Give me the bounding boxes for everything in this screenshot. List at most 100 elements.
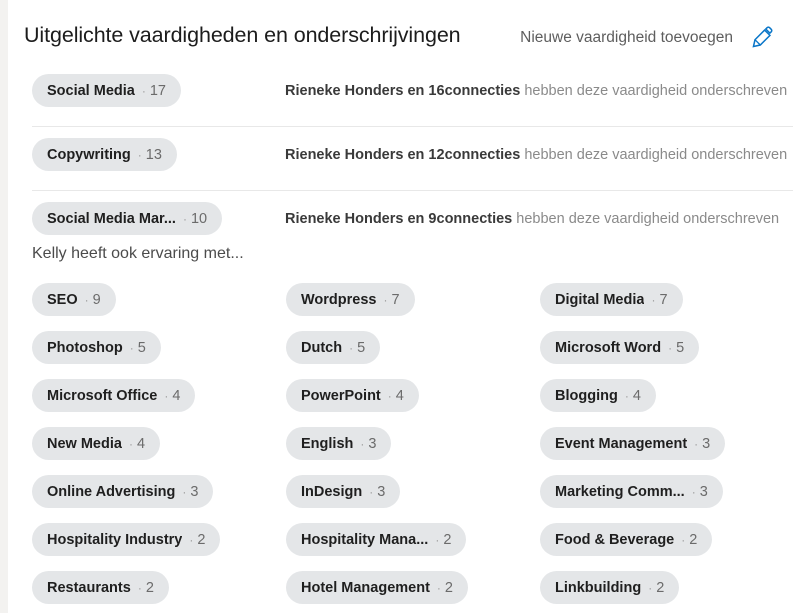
skill-chip-count: 3 — [190, 483, 199, 500]
skill-chip[interactable]: Digital Media · 7 — [540, 283, 683, 316]
skill-chip-label: SEO — [47, 291, 78, 308]
skill-chip-row: New Media · 4 English · 3 Event Manageme… — [8, 427, 793, 475]
skill-chip-separator: · — [84, 292, 89, 307]
skill-chip[interactable]: Social Media Mar... · 10 — [32, 202, 223, 235]
skill-chip-label: Photoshop — [47, 339, 123, 356]
skill-chip-count: 5 — [676, 339, 685, 356]
endorsers-names[interactable]: Rieneke Honders en 9connecties — [285, 211, 512, 227]
skill-chip-count: 3 — [377, 483, 386, 500]
skill-chip-label: Linkbuilding — [555, 579, 642, 596]
featured-skill-row: Copywriting · 13 Rieneke Honders en 12co… — [8, 126, 793, 190]
skill-chip[interactable]: Microsoft Office · 4 — [32, 379, 196, 412]
skill-chip[interactable]: Food & Beverage · 2 — [540, 523, 713, 556]
skill-chip-label: Blogging — [555, 387, 618, 404]
skill-chip-cell: Microsoft Word · 5 — [540, 331, 700, 364]
skill-chip[interactable]: Event Management · 3 — [540, 427, 726, 460]
skill-chip[interactable]: Hospitality Industry · 2 — [32, 523, 221, 556]
skill-chip[interactable]: Hotel Management · 2 — [286, 571, 468, 604]
endorsers-names[interactable]: Rieneke Honders en 12connecties — [285, 147, 520, 163]
skill-chip-cell: Hospitality Mana... · 2 — [286, 523, 467, 556]
skill-chip-count: 7 — [391, 291, 400, 308]
skill-chip-separator: · — [129, 340, 134, 355]
skill-chip-cell: Hotel Management · 2 — [286, 571, 468, 604]
skill-chip[interactable]: Dutch · 5 — [286, 331, 381, 364]
skill-chip-separator: · — [435, 532, 440, 547]
endorsement-text: Rieneke Honders en 12connecties hebben d… — [285, 147, 787, 163]
skill-chip-separator: · — [137, 580, 142, 595]
skill-chip-cell: SEO · 9 — [32, 283, 116, 316]
skill-chip-label: Event Management — [555, 435, 688, 452]
skill-chip-cell: Event Management · 3 — [540, 427, 726, 460]
skill-chip-count: 9 — [92, 291, 101, 308]
skill-chip-separator: · — [349, 340, 354, 355]
skill-chip-label: Hospitality Mana... — [301, 531, 429, 548]
skill-chip-count: 5 — [357, 339, 366, 356]
skill-chip-cell: Photoshop · 5 — [32, 331, 161, 364]
skill-chip-row: Photoshop · 5 Dutch · 5 Microsoft Word ·… — [8, 331, 793, 379]
endorsers-suffix: hebben deze vaardigheid onderschreven — [520, 147, 788, 163]
skill-chip-separator: · — [691, 484, 696, 499]
skill-chip[interactable]: Microsoft Word · 5 — [540, 331, 700, 364]
skill-chip-separator: · — [360, 436, 365, 451]
skill-chip-count: 4 — [395, 387, 404, 404]
endorsers-suffix: hebben deze vaardigheid onderschreven — [520, 83, 788, 99]
skill-chip[interactable]: Wordpress · 7 — [286, 283, 415, 316]
row-divider — [32, 126, 793, 127]
page-title: Uitgelichte vaardigheden en onderschrijv… — [24, 23, 461, 47]
featured-chip-wrapper: Social Media Mar... · 10 — [32, 202, 223, 235]
skill-chip-separator: · — [383, 292, 388, 307]
skill-chip-count: 2 — [444, 579, 453, 596]
skill-chip-cell: Linkbuilding · 2 — [540, 571, 680, 604]
skill-chip-label: English — [301, 435, 354, 452]
skill-chip-cell: New Media · 4 — [32, 427, 161, 460]
skill-chip-count: 5 — [137, 339, 146, 356]
skill-chip-count: 17 — [149, 82, 166, 99]
skill-chip-label: Microsoft Office — [47, 387, 158, 404]
skill-chip-row: Online Advertising · 3 InDesign · 3 Mark… — [8, 475, 793, 523]
skill-chip-cell: Restaurants · 2 — [32, 571, 169, 604]
skill-chip-cell: InDesign · 3 — [286, 475, 401, 508]
skill-chip[interactable]: New Media · 4 — [32, 427, 161, 460]
featured-skill-row: Social Media · 17 Rieneke Honders en 16c… — [8, 62, 793, 126]
endorsers-names[interactable]: Rieneke Honders en 16connecties — [285, 83, 520, 99]
skill-chip-cell: Marketing Comm... · 3 — [540, 475, 723, 508]
skill-chip-separator: · — [369, 484, 374, 499]
skill-chip[interactable]: PowerPoint · 4 — [286, 379, 419, 412]
skill-chip-count: 7 — [659, 291, 668, 308]
skill-chip[interactable]: Hospitality Mana... · 2 — [286, 523, 467, 556]
skill-chip-count: 2 — [443, 531, 452, 548]
skill-chip-label: Digital Media — [555, 291, 645, 308]
skill-chip[interactable]: InDesign · 3 — [286, 475, 401, 508]
skill-chip-separator: · — [387, 388, 392, 403]
row-divider — [32, 190, 793, 191]
other-skills-heading: Kelly heeft ook ervaring met... — [32, 245, 244, 262]
pencil-icon[interactable] — [750, 24, 776, 50]
skill-chip-row: Microsoft Office · 4 PowerPoint · 4 Blog… — [8, 379, 793, 427]
skill-chip-label: Copywriting — [47, 146, 131, 163]
skill-chip-separator: · — [189, 532, 194, 547]
skill-chip[interactable]: Social Media · 17 — [32, 74, 181, 107]
skill-chip-count: 2 — [689, 531, 698, 548]
skill-chip[interactable]: Marketing Comm... · 3 — [540, 475, 723, 508]
skill-chip-row: SEO · 9 Wordpress · 7 Digital Media · 7 — [8, 283, 793, 331]
skill-chip[interactable]: Blogging · 4 — [540, 379, 656, 412]
skill-chip[interactable]: SEO · 9 — [32, 283, 116, 316]
skill-chip[interactable]: Copywriting · 13 — [32, 138, 177, 171]
skill-chip[interactable]: Restaurants · 2 — [32, 571, 169, 604]
skill-chip-separator: · — [651, 292, 656, 307]
skill-chip[interactable]: Online Advertising · 3 — [32, 475, 214, 508]
skill-chip[interactable]: Linkbuilding · 2 — [540, 571, 680, 604]
skill-chip-row: Hospitality Industry · 2 Hospitality Man… — [8, 523, 793, 571]
skill-chip-label: Hotel Management — [301, 579, 430, 596]
skill-chip-separator: · — [436, 580, 441, 595]
skill-chip-separator: · — [182, 484, 187, 499]
skill-chip[interactable]: English · 3 — [286, 427, 392, 460]
skill-chip[interactable]: Photoshop · 5 — [32, 331, 161, 364]
skill-chip-count: 4 — [136, 435, 146, 452]
skill-chip-cell: Hospitality Industry · 2 — [32, 523, 221, 556]
add-new-skill-button[interactable]: Nieuwe vaardigheid toevoegen — [520, 29, 733, 47]
skill-chip-count: 10 — [190, 210, 208, 227]
skill-chip-label: Dutch — [301, 339, 343, 356]
skill-chip-cell: Wordpress · 7 — [286, 283, 415, 316]
featured-chip-wrapper: Copywriting · 13 — [32, 138, 177, 171]
